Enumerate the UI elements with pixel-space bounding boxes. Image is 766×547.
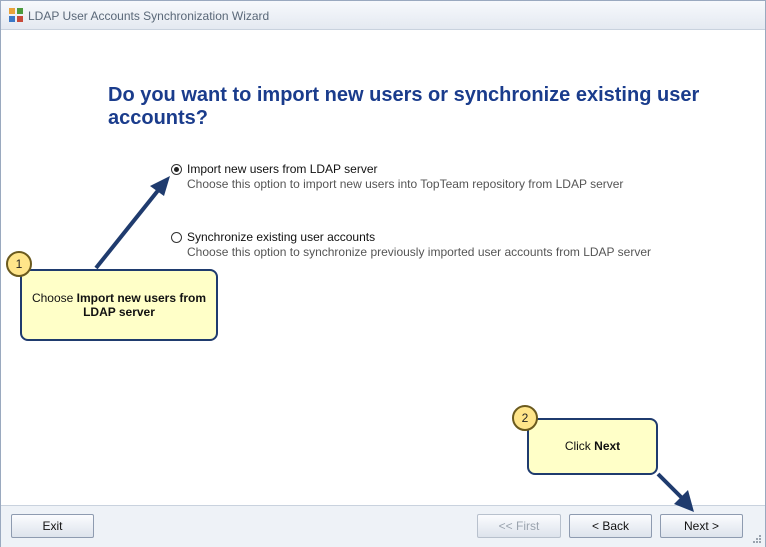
next-button[interactable]: Next > bbox=[660, 514, 743, 538]
callout-2-bold-text: Next bbox=[594, 439, 621, 453]
button-bar: Exit << First < Back Next > bbox=[1, 505, 765, 547]
callout-click-next: Click Next bbox=[527, 418, 658, 475]
callout-2-prefix: Click bbox=[564, 439, 595, 453]
synchronize-option-label[interactable]: Synchronize existing user accounts bbox=[187, 230, 375, 244]
window-title: LDAP User Accounts Synchronization Wizar… bbox=[28, 9, 270, 23]
import-option-description: Choose this option to import new users i… bbox=[187, 177, 624, 191]
callout-1-bold-text: Import new users from LDAP server bbox=[76, 291, 207, 319]
synchronize-option-description: Choose this option to synchronize previo… bbox=[187, 245, 651, 259]
first-button[interactable]: << First bbox=[477, 514, 561, 538]
resize-grip-icon[interactable] bbox=[752, 534, 762, 544]
import-radio[interactable] bbox=[171, 164, 182, 175]
back-button[interactable]: < Back bbox=[569, 514, 652, 538]
callout-1-prefix: Choose bbox=[31, 291, 77, 305]
step-2-badge: 2 bbox=[512, 405, 538, 431]
exit-button[interactable]: Exit bbox=[11, 514, 94, 538]
callout-choose-import: Choose Import new users from LDAP server bbox=[20, 269, 218, 341]
step-1-badge: 1 bbox=[6, 251, 32, 277]
synchronize-radio[interactable] bbox=[171, 232, 182, 243]
import-option-label[interactable]: Import new users from LDAP server bbox=[187, 162, 378, 176]
app-icon bbox=[9, 8, 23, 22]
title-bar: LDAP User Accounts Synchronization Wizar… bbox=[1, 1, 765, 30]
page-heading: Do you want to import new users or synch… bbox=[108, 84, 700, 129]
